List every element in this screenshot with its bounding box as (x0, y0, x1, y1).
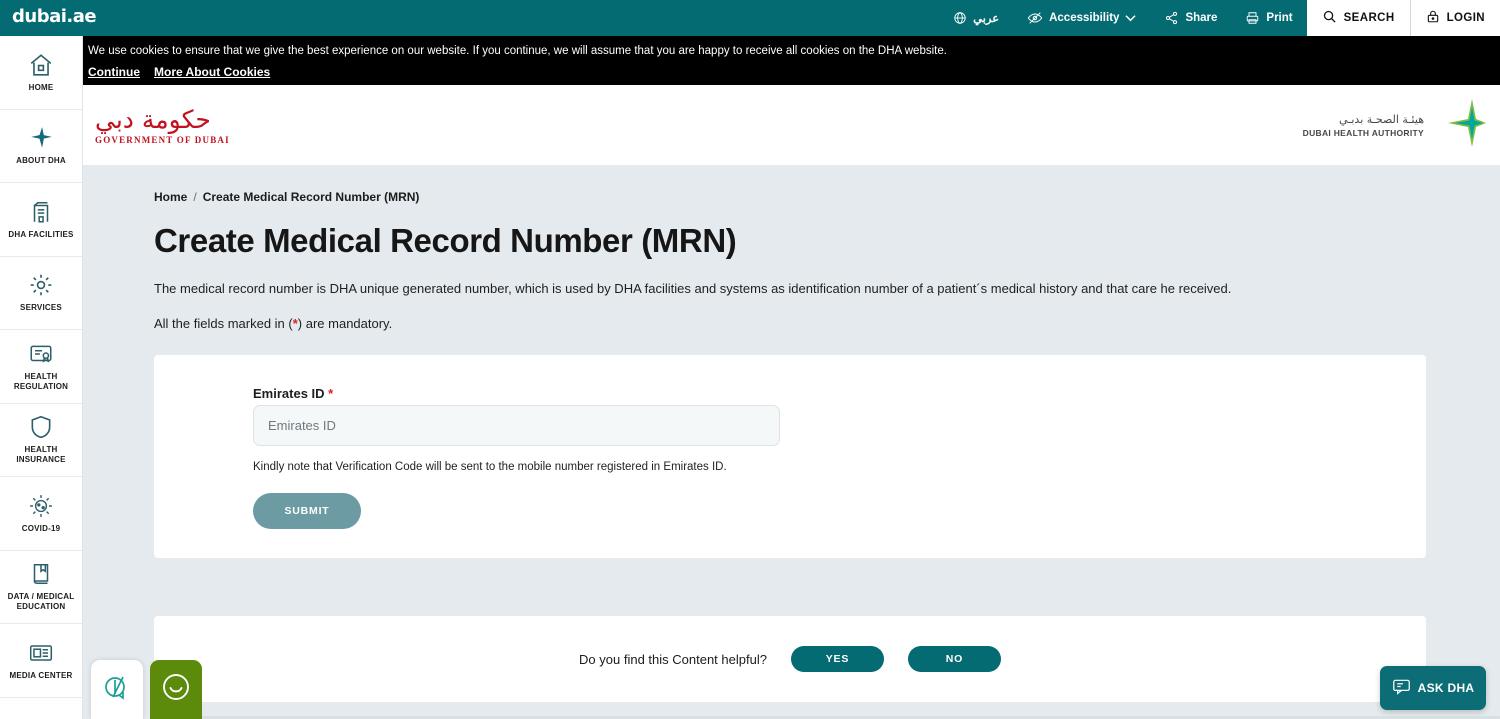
print-icon (1245, 11, 1260, 25)
sidebar-item-dha-facilities[interactable]: DHA FACILITIES (0, 183, 82, 257)
gear-icon (28, 272, 54, 298)
mandatory-post: ) are mandatory. (297, 316, 393, 331)
sidebar-item-covid-19[interactable]: COVID-19 (0, 477, 82, 551)
print-button[interactable]: Print (1231, 0, 1306, 36)
dubai-health-authority-logo[interactable]: هيئـة الصحـة بدبـي DUBAI HEALTH AUTHORIT… (1303, 98, 1486, 152)
breadcrumb: Home / Create Medical Record Number (MRN… (83, 165, 1500, 204)
breadcrumb-current: Create Medical Record Number (MRN) (202, 190, 420, 204)
left-sidebar-nav: HOME ABOUT DHA DHA FACILITIES SERVICES H… (0, 36, 83, 719)
dha-logo-arabic: هيئـة الصحـة بدبـي (1338, 112, 1424, 126)
main-content: Home / Create Medical Record Number (MRN… (83, 165, 1500, 719)
feedback-no-button[interactable]: NO (907, 646, 1001, 672)
cookie-continue-link[interactable]: Continue (88, 65, 140, 79)
share-button[interactable]: Share (1150, 0, 1231, 36)
chevron-down-icon (1125, 14, 1137, 22)
feedback-smiley-button[interactable] (150, 660, 202, 719)
verification-note: Kindly note that Verification Code will … (253, 461, 727, 473)
language-switch-arabic[interactable]: عربي (939, 0, 1013, 36)
login-button[interactable]: LOGIN (1409, 0, 1500, 36)
newspaper-icon (28, 640, 54, 666)
sidebar-label: MEDIA CENTER (9, 670, 73, 680)
sidebar-item-health-insurance[interactable]: HEALTH INSURANCE (0, 404, 82, 477)
virus-icon (28, 493, 54, 519)
book-icon (28, 561, 54, 587)
share-label: Share (1185, 12, 1218, 24)
feedback-question: Do you find this Content helpful? (579, 651, 767, 667)
feedback-yes-button[interactable]: YES (790, 646, 884, 672)
dha-logo-english: DUBAI HEALTH AUTHORITY (1302, 127, 1424, 138)
page-root: dubai.ae عربي Accessibility Share Print … (0, 0, 1500, 719)
smiley-face-icon (160, 671, 192, 708)
sidebar-label: ABOUT DHA (16, 156, 66, 166)
site-header: حكومة دبي GOVERNMENT OF DUBAI هيئـة الصح… (83, 85, 1500, 165)
sidebar-item-about-dha[interactable]: ABOUT DHA (0, 110, 82, 183)
sidebar-item-health-regulation[interactable]: HEALTH REGULATION (0, 330, 82, 404)
print-label: Print (1266, 12, 1293, 24)
top-utility-bar: dubai.ae عربي Accessibility Share Print … (0, 0, 1500, 36)
required-asterisk: * (328, 386, 334, 401)
chat-bubble-icon (1392, 678, 1411, 698)
government-of-dubai-logo[interactable]: حكومة دبي GOVERNMENT OF DUBAI (95, 104, 230, 145)
search-icon (1322, 9, 1337, 27)
accessibility-menu[interactable]: Accessibility (1013, 0, 1150, 36)
cookie-actions: Continue More About Cookies (88, 65, 1500, 79)
mandatory-pre: All the fields marked in ( (154, 316, 293, 331)
sparkle-star-icon (28, 125, 54, 151)
sidebar-label: SERVICES (20, 303, 62, 313)
sidebar-label: HEALTH INSURANCE (16, 445, 66, 465)
accessibility-widget-icon (101, 671, 133, 708)
accessibility-label: Accessibility (1049, 12, 1120, 24)
emirates-id-label-text: Emirates ID (253, 386, 325, 401)
sidebar-label: HEALTH REGULATION (13, 371, 69, 391)
certificate-icon (28, 341, 54, 367)
sidebar-item-data-medical-education[interactable]: DATA / MEDICAL EDUCATION (0, 551, 82, 624)
breadcrumb-separator: / (193, 190, 197, 204)
mrn-form-card: Emirates ID * Kindly note that Verificat… (154, 355, 1426, 558)
emirates-id-label: Emirates ID * (253, 386, 333, 401)
search-button[interactable]: SEARCH (1306, 0, 1410, 36)
dubai-ae-logo[interactable]: dubai.ae (12, 6, 97, 27)
mandatory-note: All the fields marked in (*) are mandato… (83, 298, 1500, 333)
lock-icon (1426, 9, 1440, 27)
cookie-message: We use cookies to ensure that we give th… (88, 45, 947, 57)
intro-paragraph: The medical record number is DHA unique … (154, 281, 1232, 296)
cookie-more-link[interactable]: More About Cookies (154, 65, 270, 79)
accessibility-eye-icon (1027, 11, 1043, 25)
share-icon (1164, 11, 1179, 25)
emirates-id-input[interactable] (253, 405, 780, 446)
sidebar-label: DHA FACILITIES (8, 229, 74, 239)
login-label: LOGIN (1446, 12, 1485, 24)
feedback-card: Do you find this Content helpful? YES NO (154, 616, 1426, 702)
building-icon (28, 199, 54, 225)
sidebar-label: COVID-19 (21, 523, 61, 533)
sidebar-item-home[interactable]: HOME (0, 36, 82, 110)
home-icon (28, 52, 54, 78)
gov-logo-arabic: حكومة دبي (95, 104, 211, 134)
breadcrumb-home[interactable]: Home (154, 190, 187, 204)
sidebar-label: HOME (28, 82, 54, 92)
sidebar-label: DATA / MEDICAL EDUCATION (7, 592, 75, 612)
page-title: Create Medical Record Number (MRN) (154, 222, 737, 259)
sidebar-item-services[interactable]: SERVICES (0, 257, 82, 330)
cookie-banner: We use cookies to ensure that we give th… (83, 36, 1500, 85)
ask-dha-label: ASK DHA (1417, 681, 1475, 695)
ask-dha-button[interactable]: ASK DHA (1380, 666, 1486, 710)
globe-icon (953, 11, 967, 25)
gov-logo-english: GOVERNMENT OF DUBAI (95, 134, 230, 145)
dha-star-icon (1428, 98, 1486, 152)
submit-button[interactable]: SUBMIT (253, 493, 361, 529)
search-label: SEARCH (1343, 12, 1395, 24)
dha-logo-text: هيئـة الصحـة بدبـي DUBAI HEALTH AUTHORIT… (1303, 113, 1424, 138)
sidebar-item-media-center[interactable]: MEDIA CENTER (0, 624, 82, 698)
language-label: عربي (973, 13, 1000, 25)
shield-icon (28, 414, 54, 440)
accessibility-widget-button[interactable] (91, 660, 143, 719)
floating-widgets (91, 660, 202, 719)
